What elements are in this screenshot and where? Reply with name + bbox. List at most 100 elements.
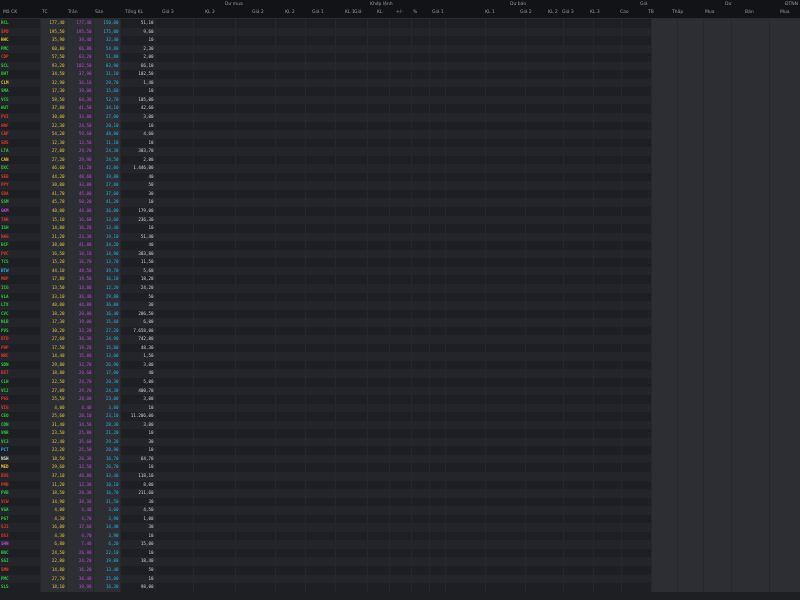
table-row[interactable]: CVC 18,20 20,00 16,40 206,50: [0, 309, 800, 319]
table-row[interactable]: PMC 27,70 30,40 25,00 10: [0, 574, 800, 584]
symbol-cell[interactable]: CAP: [0, 130, 41, 139]
col-foreign-buy[interactable]: Mua: [780, 9, 790, 17]
symbol-cell[interactable]: PMB: [0, 480, 41, 490]
table-row[interactable]: NAG 21,20 23,30 19,10 51,40: [0, 232, 800, 242]
symbol-cell[interactable]: MED: [0, 463, 41, 472]
col-ask-v3[interactable]: KL 3: [590, 9, 600, 17]
table-row[interactable]: CEO 25,60 28,10 23,10 11.206,00: [0, 412, 800, 421]
table-row[interactable]: SJ1 16,00 17,60 14,40 30: [0, 523, 800, 532]
table-row[interactable]: PVC 16,50 18,10 14,90 303,80: [0, 249, 800, 259]
symbol-cell[interactable]: VIG: [0, 403, 41, 413]
col-remain-buy[interactable]: Mua: [705, 9, 715, 17]
symbol-cell[interactable]: DXC: [0, 164, 41, 173]
col-ask-p2[interactable]: Giá 2: [520, 9, 532, 17]
table-row[interactable]: TAR 15,10 16,60 13,60 236,30: [0, 215, 800, 225]
col-match-vol[interactable]: KL: [377, 9, 382, 17]
table-row[interactable]: PVS 30,20 33,20 27,20 7.658,00: [0, 326, 800, 336]
table-row[interactable]: ICG 13,50 14,80 12,20 24,20: [0, 283, 800, 293]
symbol-cell[interactable]: SLS: [0, 583, 41, 592]
symbol-cell[interactable]: DS3: [0, 531, 41, 541]
symbol-cell[interactable]: PVS: [0, 326, 41, 336]
symbol-cell[interactable]: SMN: [0, 566, 41, 575]
symbol-cell[interactable]: TCS: [0, 258, 41, 267]
table-row[interactable]: VLA 33,10 36,40 29,80 50: [0, 292, 800, 302]
symbol-cell[interactable]: VNR: [0, 429, 41, 438]
symbol-cell[interactable]: BST: [0, 369, 41, 378]
table-row[interactable]: PGS 25,50 28,00 23,00 3,00: [0, 395, 800, 404]
table-row[interactable]: VGA 4,00 4,40 3,60 4,50: [0, 506, 800, 515]
table-row[interactable]: SDA 41,70 45,80 37,60 30: [0, 189, 800, 199]
symbol-cell[interactable]: CLM: [0, 78, 41, 88]
table-row[interactable]: HNF 22,30 24,50 20,10 10: [0, 121, 800, 131]
symbol-cell[interactable]: SHN: [0, 540, 41, 549]
table-row[interactable]: PMC 60,80 66,80 54,80 2,30: [0, 44, 800, 54]
col-bid-p3[interactable]: Giá 3: [162, 9, 174, 17]
col-bid-v3[interactable]: KL 3: [205, 9, 215, 17]
symbol-cell[interactable]: PCT: [0, 446, 41, 455]
symbol-cell[interactable]: NAG: [0, 232, 41, 242]
symbol-cell[interactable]: PVC: [0, 249, 41, 259]
table-row[interactable]: PVI 30,00 33,00 27,00 3,00: [0, 113, 800, 122]
symbol-cell[interactable]: ICG: [0, 283, 41, 293]
symbol-cell[interactable]: HUT: [0, 104, 41, 114]
col-symbol[interactable]: Mã CK: [3, 9, 17, 17]
table-row[interactable]: SMA 17,30 19,00 15,60 10: [0, 87, 800, 96]
table-row[interactable]: TCS 15,20 16,70 13,70 11,50: [0, 258, 800, 267]
symbol-cell[interactable]: MBP: [0, 275, 41, 284]
table-row[interactable]: CAP 54,20 59,60 48,80 4,60: [0, 130, 800, 139]
col-ask-v1[interactable]: KL 1: [485, 9, 495, 17]
table-row[interactable]: CDN 31,40 34,50 28,30 3,00: [0, 420, 800, 430]
symbol-cell[interactable]: BNC: [0, 548, 41, 558]
table-row[interactable]: DXC 46,60 51,20 42,00 1.446,00: [0, 164, 800, 173]
col-bid-p2[interactable]: Giá 2: [252, 9, 264, 17]
symbol-cell[interactable]: PMC: [0, 574, 41, 584]
table-row[interactable]: ISH 14,80 16,20 13,40 10: [0, 224, 800, 233]
symbol-cell[interactable]: CLH: [0, 377, 41, 387]
symbol-cell[interactable]: VGA: [0, 506, 41, 515]
col-change[interactable]: +/-: [396, 9, 403, 17]
symbol-cell[interactable]: HNF: [0, 121, 41, 131]
table-row[interactable]: BNC 24,50 26,90 22,10 10: [0, 548, 800, 558]
table-row[interactable]: VCW 34,90 38,30 31,50 30: [0, 497, 800, 507]
table-row[interactable]: PHP 17,50 19,20 15,80 48,30: [0, 343, 800, 353]
symbol-cell[interactable]: VCW: [0, 497, 41, 507]
col-low[interactable]: Thấp: [672, 9, 683, 17]
col-ask-p1[interactable]: Giá 1: [432, 9, 444, 17]
table-row[interactable]: SMN 14,80 16,20 13,40 50: [0, 566, 800, 575]
col-match-price[interactable]: Giá: [354, 9, 362, 17]
table-row[interactable]: DTD 27,60 30,30 24,90 742,80: [0, 335, 800, 344]
table-row[interactable]: PMB 11,20 12,30 10,10 8,00: [0, 480, 800, 490]
table-row[interactable]: SDN 29,80 32,70 26,90 3,00: [0, 360, 800, 370]
col-bid-p1[interactable]: Giá 1: [312, 9, 324, 17]
symbol-cell[interactable]: ISH: [0, 224, 41, 233]
symbol-cell[interactable]: CAN: [0, 155, 41, 165]
symbol-cell[interactable]: PGS: [0, 395, 41, 404]
col-remain-sell[interactable]: Bán: [745, 9, 754, 17]
symbol-cell[interactable]: NRC: [0, 352, 41, 361]
table-row[interactable]: BVS 37,10 40,80 33,40 118,10: [0, 471, 800, 481]
col-ask-p3[interactable]: Giá 3: [562, 9, 574, 17]
table-row[interactable]: VC3 32,40 35,60 29,20 30: [0, 437, 800, 447]
symbol-cell[interactable]: NSH: [0, 454, 41, 464]
table-row[interactable]: SSM 45,70 50,20 41,20 10: [0, 198, 800, 208]
table-row[interactable]: PPY 30,00 33,00 27,00 50: [0, 181, 800, 190]
col-floor[interactable]: Sàn: [95, 9, 103, 17]
symbol-cell[interactable]: PHP: [0, 343, 41, 353]
col-pct[interactable]: %: [413, 9, 417, 17]
table-row[interactable]: BST 18,80 20,60 17,00 40: [0, 369, 800, 378]
symbol-cell[interactable]: VC3: [0, 437, 41, 447]
symbol-cell[interactable]: SD5: [0, 138, 41, 148]
col-ask-v2[interactable]: KL 2: [548, 9, 558, 17]
symbol-cell[interactable]: PPY: [0, 181, 41, 190]
table-row[interactable]: MED 29,60 32,50 26,70 10: [0, 463, 800, 472]
table-row[interactable]: BCF 38,00 41,80 34,20 40: [0, 241, 800, 250]
table-row[interactable]: PVB 18,50 20,30 16,70 211,60: [0, 489, 800, 498]
table-row[interactable]: DHT 34,50 37,90 31,10 102,50: [0, 70, 800, 79]
col-ref[interactable]: TC: [42, 9, 48, 17]
col-volume[interactable]: Tổng KL: [125, 9, 143, 17]
symbol-cell[interactable]: PVB: [0, 489, 41, 498]
col-ceil[interactable]: Trần: [68, 9, 78, 17]
symbol-cell[interactable]: LTA: [0, 147, 41, 156]
symbol-cell[interactable]: HHC: [0, 36, 41, 45]
table-row[interactable]: DS3 4,30 4,70 3,90 10: [0, 531, 800, 541]
